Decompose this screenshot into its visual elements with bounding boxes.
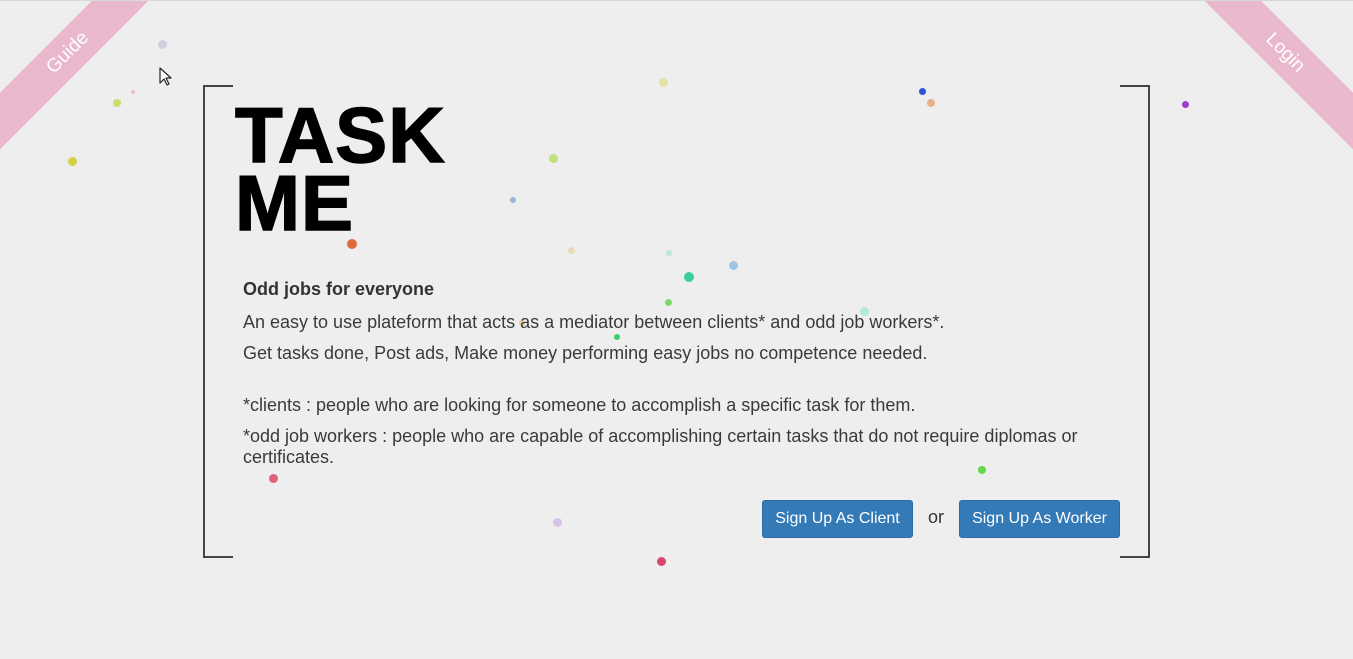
frame-right-bracket [1120, 85, 1150, 558]
description-mediator: An easy to use plateform that acts as a … [243, 312, 945, 332]
note-clients: *clients : people who are looking for so… [243, 395, 916, 415]
frame-left-bracket [203, 85, 233, 558]
particle-dot [113, 99, 121, 107]
logo-line-me: ME [234, 159, 354, 247]
app-logo: TASK ME [234, 95, 446, 247]
login-ribbon-link[interactable]: Login [1178, 1, 1353, 160]
landing-page: Guide Login TASK ME Odd jobs for everyon… [0, 0, 1353, 659]
note-workers: *odd job workers : people who are capabl… [243, 426, 1078, 467]
tagline: Odd jobs for everyone [243, 279, 435, 299]
mouse-cursor-icon [159, 67, 172, 86]
hero-content: Odd jobs for everyone An easy to use pla… [243, 279, 1123, 468]
guide-ribbon-link[interactable]: Guide [0, 1, 175, 160]
signup-actions: Sign Up As Client or Sign Up As Worker [762, 500, 1120, 538]
or-separator: or [927, 506, 944, 527]
sign-up-worker-button[interactable]: Sign Up As Worker [959, 500, 1120, 538]
particle-dot [67, 156, 77, 166]
particle-dot [157, 39, 167, 49]
sign-up-client-button[interactable]: Sign Up As Client [762, 500, 913, 538]
description-benefits: Get tasks done, Post ads, Make money per… [243, 343, 928, 363]
particle-dot [131, 90, 135, 94]
particle-dot [1181, 100, 1189, 108]
